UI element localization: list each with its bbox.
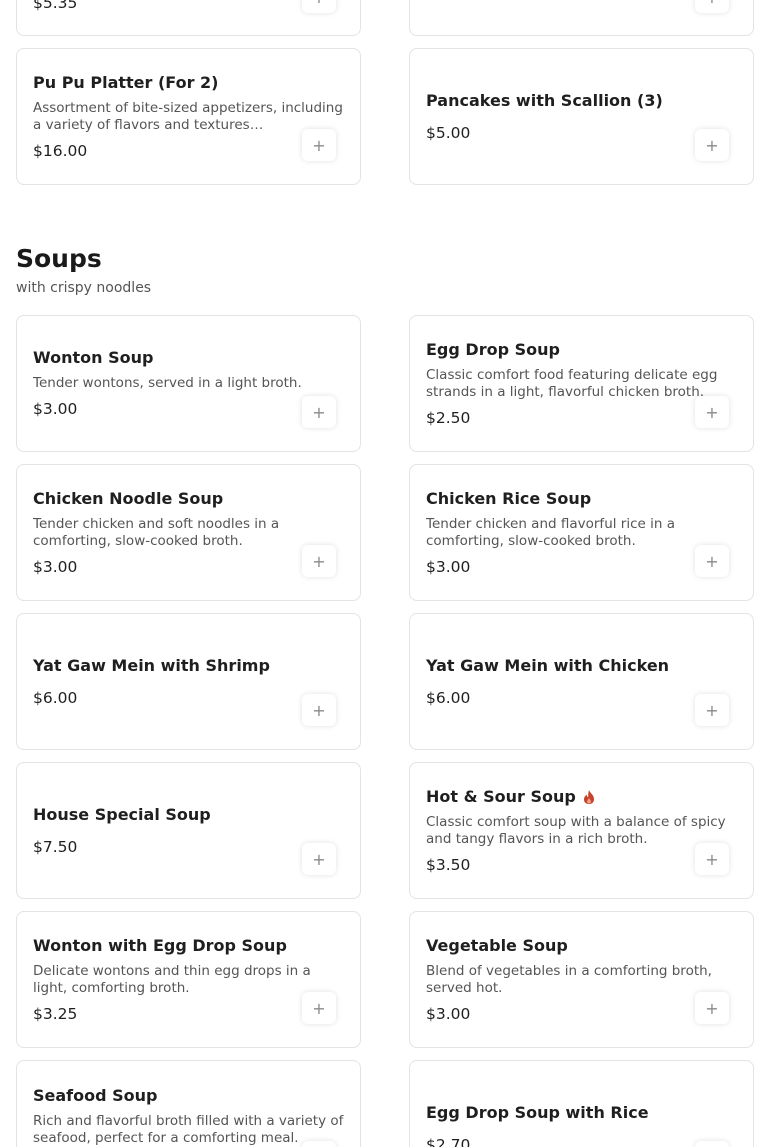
menu-item-card[interactable]: Vegetable Soup Blend of vegetables in a … xyxy=(409,911,754,1048)
item-description: Tender wontons, served in a light broth. xyxy=(33,375,302,391)
add-item-button[interactable]: + xyxy=(695,545,729,577)
plus-icon: + xyxy=(312,998,326,1018)
plus-icon: + xyxy=(705,849,719,869)
add-item-button[interactable]: + xyxy=(695,694,729,726)
plus-icon: + xyxy=(312,849,326,869)
item-price: $2.50 xyxy=(426,408,471,427)
add-item-button[interactable]: + xyxy=(302,1141,336,1147)
item-name: Pancakes with Scallion (3) xyxy=(426,90,663,110)
menu-item-card[interactable]: Yat Gaw Mein with Chicken $6.00 + xyxy=(409,613,754,750)
add-item-button[interactable]: + xyxy=(302,396,336,428)
item-price: $3.00 xyxy=(33,557,78,576)
item-description: Assortment of bite-sized appetizers, inc… xyxy=(33,99,343,133)
menu-item-card[interactable]: House Special Soup $7.50 + xyxy=(16,762,361,899)
item-name: Yat Gaw Mein with Shrimp xyxy=(33,655,270,675)
item-price: $6.00 xyxy=(33,688,78,707)
item-name: House Special Soup xyxy=(33,804,211,824)
item-price: $16.00 xyxy=(33,141,88,160)
add-item-button[interactable]: + xyxy=(695,1141,729,1147)
add-item-button[interactable]: + xyxy=(302,129,336,161)
menu-item-card[interactable]: Hot & Sour Soup Classic comfort soup wit… xyxy=(409,762,754,899)
section-subtitle: with crispy noodles xyxy=(16,280,152,296)
menu-item-card[interactable]: Wonton Soup Tender wontons, served in a … xyxy=(16,315,361,452)
add-item-button[interactable]: + xyxy=(302,0,336,13)
item-description: Classic comfort soup with a balance of s… xyxy=(426,813,726,847)
item-description: Blend of vegetables in a comforting brot… xyxy=(426,962,712,996)
item-name: Yat Gaw Mein with Chicken xyxy=(426,655,670,675)
item-price: $3.25 xyxy=(33,1004,78,1023)
plus-icon: + xyxy=(705,0,718,7)
add-item-button[interactable]: + xyxy=(695,843,729,875)
section-title: Soups xyxy=(16,244,102,273)
item-name: Chicken Noodle Soup xyxy=(33,488,224,508)
menu-item-card[interactable]: Chicken Noodle Soup Tender chicken and s… xyxy=(16,464,361,601)
menu-item-card[interactable]: Chicken Rice Soup Tender chicken and fla… xyxy=(409,464,754,601)
item-description: Tender chicken and soft noodles in a com… xyxy=(33,515,280,549)
item-description: Tender chicken and flavorful rice in a c… xyxy=(426,515,675,549)
add-item-button[interactable]: + xyxy=(302,843,336,875)
item-price: $7.50 xyxy=(33,837,78,856)
plus-icon: + xyxy=(705,402,719,422)
menu-item-card[interactable]: Yat Gaw Mein with Shrimp $6.00 + xyxy=(16,613,361,750)
flame-icon xyxy=(582,789,596,805)
add-item-button[interactable]: + xyxy=(695,396,729,428)
item-name: Egg Drop Soup xyxy=(426,339,560,359)
menu-item-card[interactable]: Pancakes with Scallion (3) $5.00 + xyxy=(409,48,754,185)
plus-icon: + xyxy=(312,700,326,720)
item-name: Hot & Sour Soup xyxy=(426,786,576,806)
item-price: $6.00 xyxy=(426,688,471,707)
item-description: Delicate wontons and thin egg drops in a… xyxy=(33,962,311,996)
menu-item-card[interactable]: Egg Drop Soup with Rice $2.70 + xyxy=(409,1060,754,1147)
add-item-button[interactable]: + xyxy=(302,992,336,1024)
item-name: Vegetable Soup xyxy=(426,935,568,955)
item-description: Rich and flavorful broth filled with a v… xyxy=(33,1113,344,1146)
menu-item-card[interactable]: + xyxy=(409,0,754,36)
plus-icon: + xyxy=(312,551,326,571)
plus-icon: + xyxy=(705,700,719,720)
plus-icon: + xyxy=(312,402,326,422)
item-price: $3.00 xyxy=(426,1004,471,1023)
item-price: $3.00 xyxy=(426,557,471,576)
add-item-button[interactable]: + xyxy=(695,0,729,13)
plus-icon: + xyxy=(705,135,719,155)
item-name: Wonton with Egg Drop Soup xyxy=(33,935,287,955)
plus-icon: + xyxy=(705,551,719,571)
item-name: Wonton Soup xyxy=(33,348,154,367)
item-name: Seafood Soup xyxy=(33,1086,158,1105)
add-item-button[interactable]: + xyxy=(695,129,729,161)
menu-item-card[interactable]: Seafood Soup Rich and flavorful broth fi… xyxy=(16,1060,361,1147)
item-price: $2.70 xyxy=(426,1136,471,1147)
plus-icon: + xyxy=(312,135,326,155)
menu-item-card[interactable]: Pu Pu Platter (For 2) Assortment of bite… xyxy=(16,48,361,185)
add-item-button[interactable]: + xyxy=(302,694,336,726)
menu-item-card[interactable]: Wonton with Egg Drop Soup Delicate wonto… xyxy=(16,911,361,1048)
add-item-button[interactable]: + xyxy=(302,545,336,577)
item-price: $5.35 xyxy=(33,0,78,12)
menu-item-card[interactable]: Egg Drop Soup Classic comfort food featu… xyxy=(409,315,754,452)
item-name: Pu Pu Platter (For 2) xyxy=(33,72,219,92)
plus-icon: + xyxy=(705,998,719,1018)
item-price: $5.00 xyxy=(426,123,471,142)
add-item-button[interactable]: + xyxy=(695,992,729,1024)
item-name: Chicken Rice Soup xyxy=(426,488,592,508)
menu-item-card[interactable]: $5.35 + xyxy=(16,0,361,36)
item-price: $3.00 xyxy=(33,400,78,418)
item-price: $3.50 xyxy=(426,855,471,874)
item-name: Egg Drop Soup with Rice xyxy=(426,1103,649,1122)
item-description: Classic comfort food featuring delicate … xyxy=(426,366,718,400)
plus-icon: + xyxy=(312,0,325,7)
